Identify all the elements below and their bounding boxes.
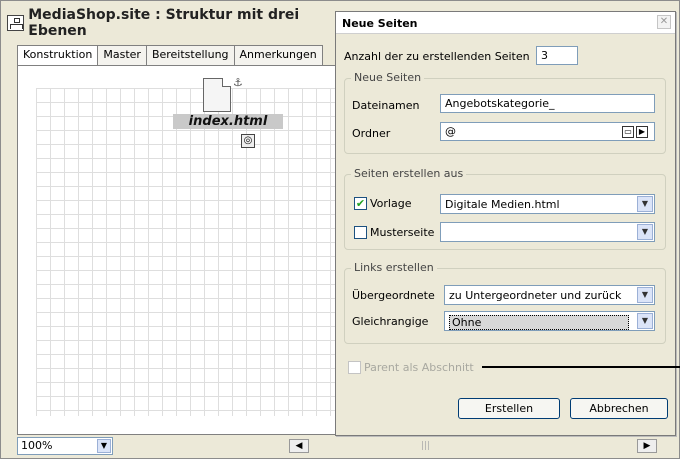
page-document-icon xyxy=(203,78,231,112)
template-value: Digitale Medien.html xyxy=(445,198,560,211)
site-titlebar: MediaShop.site : Struktur mit drei Ebene… xyxy=(7,7,347,39)
tab-konstruktion[interactable]: Konstruktion xyxy=(17,45,99,65)
scroll-left-button[interactable]: ◀ xyxy=(289,439,309,453)
parent-section-label: Parent als Abschnitt xyxy=(364,361,474,374)
folder-arrow-icon[interactable]: ▶ xyxy=(636,126,648,138)
sibling-link-select[interactable]: Ohne ▼ xyxy=(444,311,655,331)
scrollbar-grip[interactable]: ||| xyxy=(421,441,430,451)
chevron-down-icon[interactable]: ▼ xyxy=(97,439,111,453)
page-count-input[interactable]: 3 xyxy=(536,46,578,65)
page-node-label[interactable]: index.html xyxy=(173,114,283,129)
chevron-down-icon[interactable]: ▼ xyxy=(637,196,653,212)
folder-value: @ xyxy=(445,125,456,138)
new-pages-dialog: Neue Seiten ✕ Anzahl der zu erstellenden… xyxy=(335,11,676,436)
create-button[interactable]: Erstellen xyxy=(458,398,560,419)
view-tabs: Konstruktion Master Bereitstellung Anmer… xyxy=(17,45,323,65)
target-icon[interactable]: ◎ xyxy=(241,134,255,148)
group-create-from-legend: Seiten erstellen aus xyxy=(351,167,467,180)
template-select[interactable]: Digitale Medien.html ▼ xyxy=(440,194,655,214)
template-label: Vorlage xyxy=(370,197,412,210)
sibling-link-value: Ohne xyxy=(449,315,629,330)
folder-browse-icon[interactable]: ▭ xyxy=(622,126,634,138)
parent-link-select[interactable]: zu Untergeordneter und zurück ▼ xyxy=(444,285,655,305)
close-icon[interactable]: ✕ xyxy=(657,15,671,29)
site-title: MediaShop.site : Struktur mit drei Ebene… xyxy=(28,7,300,39)
tab-anmerkungen[interactable]: Anmerkungen xyxy=(233,45,323,65)
group-links-legend: Links erstellen xyxy=(351,261,437,274)
group-links: Links erstellen xyxy=(344,261,666,344)
statusbar: 100% ▼ ◀ xyxy=(17,437,339,455)
filename-input[interactable]: Angebotskategorie_ xyxy=(440,94,655,113)
page-node-index[interactable]: ⚓ index.html ◎ xyxy=(173,76,283,151)
master-select[interactable]: ▼ xyxy=(440,222,655,242)
tab-bereitstellung[interactable]: Bereitstellung xyxy=(145,45,235,65)
chevron-down-icon[interactable]: ▼ xyxy=(637,224,653,240)
parent-link-label: Übergeordnete xyxy=(352,289,435,302)
template-checkbox[interactable]: ✔ xyxy=(354,197,367,210)
sibling-link-label: Gleichrangige xyxy=(352,315,429,328)
group-new-pages-legend: Neue Seiten xyxy=(351,71,425,84)
chevron-down-icon[interactable]: ▼ xyxy=(637,287,653,303)
zoom-value: 100% xyxy=(21,439,53,452)
page-count-label: Anzahl der zu erstellenden Seiten xyxy=(344,50,530,63)
parent-link-value: zu Untergeordneter und zurück xyxy=(449,289,622,302)
filename-label: Dateinamen xyxy=(352,99,420,112)
site-structure-icon xyxy=(7,15,25,31)
zoom-select[interactable]: 100% ▼ xyxy=(17,437,113,455)
scroll-right-button[interactable]: ▶ xyxy=(637,439,657,453)
chevron-down-icon[interactable]: ▼ xyxy=(637,313,653,329)
dialog-title: Neue Seiten xyxy=(336,12,675,34)
anchor-icon: ⚓ xyxy=(233,76,243,89)
master-label: Musterseite xyxy=(370,226,435,239)
group-new-pages: Neue Seiten xyxy=(344,71,666,154)
callout-line xyxy=(482,366,680,368)
master-checkbox[interactable] xyxy=(354,226,367,239)
parent-section-checkbox[interactable] xyxy=(348,361,361,374)
cancel-button[interactable]: Abbrechen xyxy=(570,398,668,419)
folder-label: Ordner xyxy=(352,127,391,140)
tab-master[interactable]: Master xyxy=(97,45,147,65)
